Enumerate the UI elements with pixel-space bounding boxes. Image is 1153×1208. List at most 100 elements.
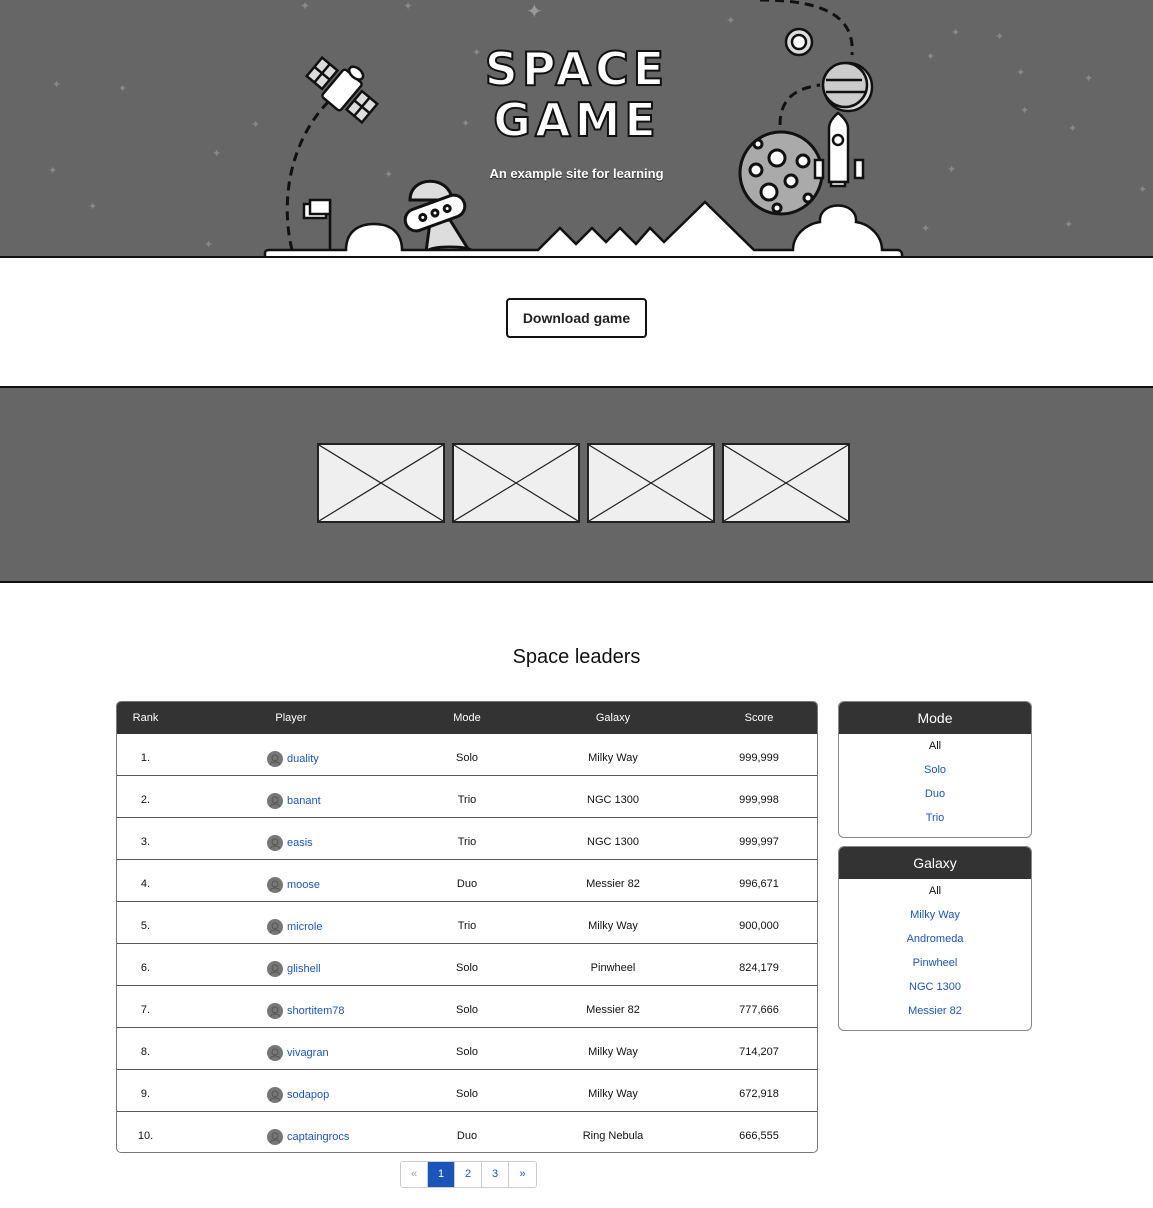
player-link[interactable]: vivagran bbox=[287, 1047, 329, 1059]
mode-filter-panel: Mode All Solo Duo Trio bbox=[838, 701, 1032, 838]
galaxy-cell: Milky Way bbox=[588, 1046, 638, 1058]
avatar-icon bbox=[267, 1045, 283, 1061]
galaxy-cell: Milky Way bbox=[588, 920, 638, 932]
rank-cell: 2. bbox=[140, 794, 151, 806]
player-link[interactable]: microle bbox=[287, 921, 322, 933]
avatar-icon bbox=[267, 919, 283, 935]
column-header-galaxy: Galaxy bbox=[595, 712, 631, 724]
mode-filter-option[interactable]: Solo bbox=[839, 758, 1031, 782]
pagination-page-3[interactable]: 3 bbox=[482, 1162, 509, 1187]
player-cell: vivagran bbox=[267, 1045, 329, 1061]
pagination-next-button[interactable]: » bbox=[509, 1162, 536, 1187]
column-header-mode: Mode bbox=[453, 712, 481, 724]
galaxy-filter-option[interactable]: Milky Way bbox=[839, 903, 1031, 927]
player-cell: microle bbox=[267, 919, 322, 935]
table-body: 1. duality Solo Milky Way 999,999 2. banant Tri… bbox=[117, 734, 817, 1152]
player-cell: shortitem78 bbox=[267, 1003, 344, 1019]
player-link[interactable]: duality bbox=[287, 753, 319, 765]
galaxy-cell: Milky Way bbox=[588, 1088, 638, 1100]
galaxy-filter-option[interactable]: NGC 1300 bbox=[839, 975, 1031, 999]
galaxy-filter-option[interactable]: All bbox=[839, 879, 1031, 903]
rank-cell: 7. bbox=[140, 1004, 151, 1016]
galaxy-cell: NGC 1300 bbox=[587, 836, 639, 848]
pagination-page-1[interactable]: 1 bbox=[428, 1162, 455, 1187]
table-row: 4. moose Duo Messier 82 996,671 bbox=[117, 860, 817, 902]
table-row: 1. duality Solo Milky Way 999,999 bbox=[117, 734, 817, 776]
player-link[interactable]: glishell bbox=[287, 963, 321, 975]
mode-cell: Duo bbox=[456, 1130, 478, 1142]
image-placeholder-icon bbox=[454, 445, 578, 521]
score-cell: 714,207 bbox=[739, 1046, 779, 1058]
mode-cell: Solo bbox=[455, 752, 479, 764]
rank-cell: 10. bbox=[137, 1130, 154, 1142]
table-row: 7. shortitem78 Solo Messier 82 777,666 bbox=[117, 986, 817, 1028]
avatar-icon bbox=[267, 835, 283, 851]
galaxy-filter-option[interactable]: Andromeda bbox=[839, 927, 1031, 951]
galaxy-cell: NGC 1300 bbox=[587, 794, 639, 806]
mode-cell: Duo bbox=[456, 878, 478, 890]
mode-filter-option[interactable]: All bbox=[839, 734, 1031, 758]
galaxy-filter-panel: Galaxy All Milky Way Andromeda Pinwheel NGC … bbox=[838, 846, 1032, 1031]
player-link[interactable]: easis bbox=[287, 837, 313, 849]
score-cell: 900,000 bbox=[739, 920, 779, 932]
mode-filter-list: All Solo Duo Trio bbox=[839, 734, 1031, 830]
table-row: 5. microle Trio Milky Way 900,000 bbox=[117, 902, 817, 944]
hero-title-line2: GAME bbox=[492, 93, 660, 147]
player-cell: duality bbox=[267, 751, 319, 767]
mode-cell: Solo bbox=[455, 1088, 479, 1100]
download-section: Download game bbox=[0, 298, 1153, 338]
rank-cell: 6. bbox=[140, 962, 151, 974]
mode-cell: Trio bbox=[457, 836, 477, 848]
hero-title-line1: SPACE bbox=[484, 42, 669, 96]
galaxy-filter-option[interactable]: Messier 82 bbox=[839, 999, 1031, 1023]
pagination-prev-button[interactable]: « bbox=[401, 1162, 428, 1187]
galaxy-cell: Pinwheel bbox=[590, 962, 636, 974]
score-cell: 999,998 bbox=[739, 794, 779, 806]
leaderboard-title: Space leaders bbox=[512, 646, 641, 668]
download-game-button[interactable]: Download game bbox=[506, 298, 647, 338]
mode-filter-option[interactable]: Trio bbox=[839, 806, 1031, 830]
svg-text:✦: ✦ bbox=[204, 239, 213, 251]
table-row: 10. captaingrocs Duo Ring Nebula 666,555 bbox=[117, 1112, 817, 1152]
svg-text:✦: ✦ bbox=[995, 31, 1004, 43]
player-cell: moose bbox=[267, 877, 320, 893]
player-cell: easis bbox=[267, 835, 313, 851]
gallery-thumbnail[interactable] bbox=[722, 443, 850, 523]
ufo-icon bbox=[403, 179, 474, 257]
divider bbox=[0, 256, 1153, 258]
mode-filter-option[interactable]: Duo bbox=[839, 782, 1031, 806]
avatar-icon bbox=[267, 961, 283, 977]
score-cell: 672,918 bbox=[739, 1088, 779, 1100]
table-row: 9. sodapop Solo Milky Way 672,918 bbox=[117, 1070, 817, 1112]
gallery-thumbnail[interactable] bbox=[587, 443, 715, 523]
player-link[interactable]: moose bbox=[287, 879, 320, 891]
table-row: 6. glishell Solo Pinwheel 824,179 bbox=[117, 944, 817, 986]
player-link[interactable]: banant bbox=[287, 795, 321, 807]
rank-cell: 5. bbox=[140, 920, 151, 932]
table-row: 8. vivagran Solo Milky Way 714,207 bbox=[117, 1028, 817, 1070]
rank-cell: 4. bbox=[140, 878, 151, 890]
flag-icon bbox=[302, 198, 332, 252]
gallery-thumbnail[interactable] bbox=[452, 443, 580, 523]
avatar-icon bbox=[267, 877, 283, 893]
player-link[interactable]: shortitem78 bbox=[287, 1005, 344, 1017]
mode-cell: Trio bbox=[457, 794, 477, 806]
score-cell: 777,666 bbox=[739, 1004, 779, 1016]
score-cell: 999,999 bbox=[739, 752, 779, 764]
column-header-player: Player bbox=[275, 712, 307, 724]
avatar-icon bbox=[267, 1129, 283, 1145]
ground-icon bbox=[263, 200, 904, 258]
svg-text:✦: ✦ bbox=[921, 223, 930, 235]
image-placeholder-icon bbox=[319, 445, 443, 521]
rank-cell: 3. bbox=[140, 836, 151, 848]
pagination-page-2[interactable]: 2 bbox=[455, 1162, 482, 1187]
svg-text:✦: ✦ bbox=[526, 1, 543, 23]
mode-cell: Solo bbox=[455, 1004, 479, 1016]
player-link[interactable]: captaingrocs bbox=[287, 1131, 349, 1143]
rank-cell: 8. bbox=[140, 1046, 151, 1058]
galaxy-cell: Ring Nebula bbox=[582, 1130, 644, 1142]
score-cell: 999,997 bbox=[739, 836, 779, 848]
galaxy-filter-option[interactable]: Pinwheel bbox=[839, 951, 1031, 975]
player-link[interactable]: sodapop bbox=[287, 1089, 329, 1101]
gallery-thumbnail[interactable] bbox=[317, 443, 445, 523]
